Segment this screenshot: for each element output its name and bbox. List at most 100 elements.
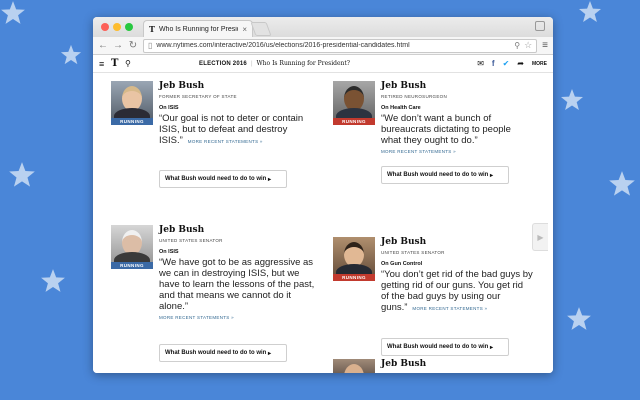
status-badge: RUNNING: [333, 274, 375, 281]
bookmark-star-icon[interactable]: ☆: [524, 40, 532, 51]
nyt-logo[interactable]: T: [111, 58, 125, 69]
candidate-name[interactable]: Jeb Bush: [159, 81, 309, 92]
more-statements-link[interactable]: MORE RECENT STATEMENTS »: [188, 139, 263, 144]
star-icon: [40, 268, 66, 294]
card-body: Jeb Bush RETIRED NEUROSURGEON On Health …: [381, 81, 531, 154]
next-arrow-icon[interactable]: ▶: [532, 223, 548, 251]
caret-right-icon: ▸: [490, 172, 494, 179]
hamburger-icon[interactable]: ≡: [99, 59, 111, 69]
clothing-shape: [114, 108, 150, 118]
back-icon[interactable]: ←: [98, 40, 108, 51]
facebook-icon[interactable]: f: [492, 59, 495, 68]
url-text: www.nytimes.com/interactive/2016/us/elec…: [156, 42, 410, 49]
what-to-do-to-win-button[interactable]: What Bush would need to do to win ▸: [381, 166, 509, 184]
more-share-button[interactable]: MORE: [532, 61, 547, 67]
face-shape: [344, 364, 364, 373]
more-statements-link[interactable]: MORE RECENT STATEMENTS »: [412, 306, 487, 311]
caret-right-icon: ▸: [268, 176, 272, 183]
more-statements-link[interactable]: MORE RECENT STATEMENTS »: [381, 149, 531, 154]
candidate-card: Jeb Bush: [333, 359, 533, 373]
card-body: Jeb Bush UNITED STATES SENATOR On ISIS “…: [159, 225, 319, 320]
clothing-shape: [336, 264, 372, 274]
status-badge: RUNNING: [333, 118, 375, 125]
reload-icon[interactable]: ↻: [128, 40, 138, 51]
card-body: Jeb Bush FORMER SECRETARY OF STATE On IS…: [159, 81, 309, 147]
clothing-shape: [114, 252, 150, 262]
candidate-role: RETIRED NEUROSURGEON: [381, 94, 448, 99]
statement-topic: On Health Care: [381, 105, 421, 111]
candidate-card: RUNNING Jeb Bush FORMER SECRETARY OF STA…: [111, 81, 311, 201]
caret-right-icon: ▸: [268, 350, 272, 357]
candidate-photo[interactable]: [333, 81, 375, 118]
search-icon[interactable]: ⚲: [125, 59, 139, 68]
caret-right-icon: ▸: [490, 344, 494, 351]
star-icon: [608, 170, 636, 198]
star-icon: [60, 44, 82, 66]
star-icon: [578, 0, 602, 24]
button-label: What Bush would need to do to win: [165, 176, 267, 182]
candidate-photo[interactable]: [111, 81, 153, 118]
star-icon: [8, 161, 36, 189]
what-to-do-to-win-button[interactable]: What Bush would need to do to win ▸: [381, 338, 509, 356]
button-label: What Bush would need to do to win: [165, 350, 267, 356]
nyt-favicon-icon: T: [149, 24, 155, 34]
minimize-window-button[interactable]: [113, 23, 121, 31]
quote-text: “We don’t want a bunch of bureaucrats di…: [381, 113, 511, 146]
candidate-role: UNITED STATES SENATOR: [159, 238, 223, 243]
browser-toolbar: ← → ↻ ▯ www.nytimes.com/interactive/2016…: [93, 37, 553, 55]
candidate-name[interactable]: Jeb Bush: [381, 237, 533, 248]
twitter-icon[interactable]: ✔: [503, 59, 510, 68]
status-badge: RUNNING: [111, 262, 153, 269]
candidate-card: RUNNING Jeb Bush UNITED STATES SENATOR O…: [111, 225, 321, 365]
star-icon: [566, 306, 592, 332]
quote-text: “We have got to be as aggressive as we c…: [159, 257, 315, 312]
nyt-header: ≡ T ⚲ ELECTION 2016 | Who Is Running for…: [93, 55, 553, 73]
divider: |: [250, 60, 253, 67]
section-label[interactable]: ELECTION 2016: [199, 61, 247, 67]
statement-quote: “You don’t get rid of the bad guys by ge…: [381, 269, 533, 314]
button-label: What Bush would need to do to win: [387, 172, 489, 178]
tab-title: Who Is Running for Preside: [158, 25, 239, 33]
browser-window: T Who Is Running for Preside × ← → ↻ ▯ w…: [93, 17, 553, 373]
zoom-icon[interactable]: ⚲: [514, 41, 520, 50]
button-label: What Bush would need to do to win: [387, 344, 489, 350]
tab-close-icon[interactable]: ×: [242, 25, 247, 34]
address-bar[interactable]: ▯ www.nytimes.com/interactive/2016/us/el…: [143, 38, 538, 53]
title-bar: T Who Is Running for Preside ×: [93, 17, 553, 37]
statement-topic: On ISIS: [159, 249, 179, 255]
forward-icon[interactable]: →: [113, 40, 123, 51]
page-info-icon[interactable]: ▯: [148, 41, 152, 50]
star-icon: [560, 88, 584, 112]
email-icon[interactable]: ✉: [477, 59, 484, 68]
candidate-role: FORMER SECRETARY OF STATE: [159, 94, 237, 99]
status-badge: RUNNING: [111, 118, 153, 125]
statement-topic: On Gun Control: [381, 261, 423, 267]
candidate-name[interactable]: Jeb Bush: [381, 81, 531, 92]
statement-topic: On ISIS: [159, 105, 179, 111]
web-page: ≡ T ⚲ ELECTION 2016 | Who Is Running for…: [93, 55, 553, 373]
new-tab-button[interactable]: [250, 22, 272, 36]
candidate-name[interactable]: Jeb Bush: [159, 225, 319, 236]
browser-tab[interactable]: T Who Is Running for Preside ×: [143, 20, 253, 37]
star-icon: [0, 0, 26, 26]
candidate-photo[interactable]: [333, 237, 375, 274]
page-kicker: Who Is Running for President?: [256, 60, 351, 67]
candidate-name[interactable]: Jeb Bush: [381, 359, 531, 370]
profile-icon[interactable]: [535, 21, 545, 31]
close-window-button[interactable]: [101, 23, 109, 31]
candidate-photo[interactable]: [333, 359, 375, 373]
candidate-role: UNITED STATES SENATOR: [381, 250, 445, 255]
statement-quote: “Our goal is not to deter or contain ISI…: [159, 113, 309, 147]
card-body: Jeb Bush: [381, 359, 531, 370]
maximize-window-button[interactable]: [125, 23, 133, 31]
card-body: Jeb Bush UNITED STATES SENATOR On Gun Co…: [381, 237, 533, 314]
clothing-shape: [336, 108, 372, 118]
what-to-do-to-win-button[interactable]: What Bush would need to do to win ▸: [159, 344, 287, 362]
candidate-card: RUNNING Jeb Bush UNITED STATES SENATOR O…: [333, 237, 533, 367]
what-to-do-to-win-button[interactable]: What Bush would need to do to win ▸: [159, 170, 287, 188]
candidate-card: RUNNING Jeb Bush RETIRED NEUROSURGEON On…: [333, 81, 533, 201]
share-arrow-icon[interactable]: ➦: [517, 59, 524, 68]
candidate-photo[interactable]: [111, 225, 153, 262]
more-statements-link[interactable]: MORE RECENT STATEMENTS »: [159, 315, 319, 320]
menu-icon[interactable]: ≡: [542, 40, 548, 51]
